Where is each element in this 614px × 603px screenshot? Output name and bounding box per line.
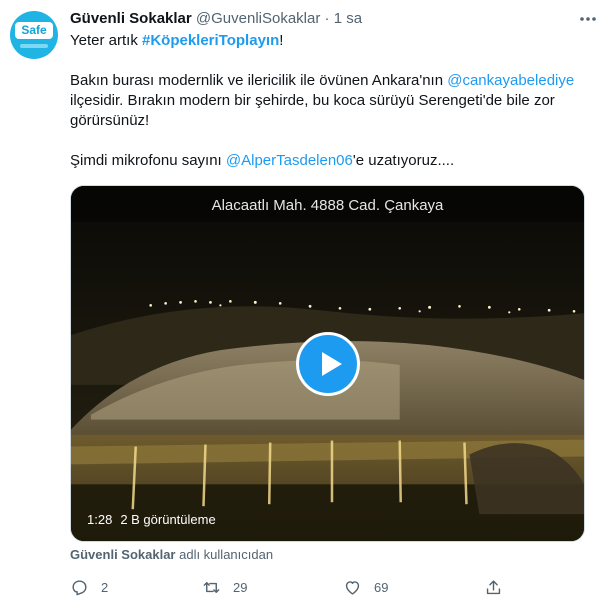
tweet-paragraph-3: Şimdi mikrofonu sayını @AlperTasdelen06'…	[70, 151, 598, 171]
share-icon	[486, 579, 501, 594]
video-duration: 1:28	[87, 512, 113, 527]
video-views: 2 B görüntüleme	[120, 512, 216, 527]
play-icon	[322, 352, 342, 376]
retweet-button[interactable]: 29	[202, 576, 247, 598]
like-button[interactable]: 69	[343, 576, 388, 598]
avatar-logo-text: Safe	[15, 22, 53, 39]
header-separator: ·	[324, 10, 330, 27]
text-fragment: !	[279, 32, 284, 49]
tweet[interactable]: Safe Güvenli Sokaklar @GuvenliSokaklar ·…	[0, 0, 614, 603]
avatar[interactable]: Safe	[10, 11, 58, 59]
tweet-text: Yeter artık #KöpekleriToplayın! Bakın bu…	[70, 31, 598, 171]
text-fragment: Yeter artık	[70, 32, 142, 49]
play-button[interactable]	[296, 332, 360, 396]
more-horizontal-icon[interactable]	[578, 10, 598, 28]
video-attribution: Güvenli Sokaklar adlı kullanıcıdan	[70, 546, 273, 564]
retweet-icon	[203, 581, 220, 593]
author-handle[interactable]: @GuvenliSokaklar	[196, 10, 320, 27]
reply-icon	[72, 579, 87, 595]
tweet-paragraph-2: Bakın burası modernlik ve ilericilik ile…	[70, 71, 598, 131]
action-bar: 2 29 69	[70, 576, 530, 598]
like-count: 69	[374, 579, 389, 595]
text-fragment: 'e uzatıyoruz....	[352, 152, 455, 169]
heart-icon	[345, 580, 360, 595]
tweet-line-1: Yeter artık #KöpekleriToplayın!	[70, 31, 598, 51]
text-fragment: ilçesidir. Bırakın modern bir şehirde, b…	[70, 92, 555, 129]
attribution-suffix: adlı kullanıcıdan	[175, 547, 274, 562]
retweet-count: 29	[233, 579, 248, 595]
text-fragment: Bakın burası modernlik ve ilericilik ile…	[70, 72, 448, 89]
reply-count: 2	[101, 579, 109, 595]
mention-link[interactable]: @AlperTasdelen06	[226, 152, 353, 169]
share-button[interactable]	[484, 576, 503, 598]
video-player[interactable]: Alacaatlı Mah. 4888 Cad. Çankaya 1:28 2 B…	[70, 185, 585, 542]
text-fragment: Şimdi mikrofonu sayını	[70, 152, 226, 169]
mention-link[interactable]: @cankayabelediye	[447, 72, 574, 89]
tweet-header: Güvenli Sokaklar @GuvenliSokaklar · 1 sa	[70, 9, 600, 29]
video-meta: 1:28 2 B görüntüleme	[87, 511, 216, 529]
avatar-logo-stripe	[20, 44, 48, 48]
hashtag-link[interactable]: #KöpekleriToplayın	[142, 32, 279, 49]
tweet-time[interactable]: 1 sa	[334, 10, 362, 27]
author-name[interactable]: Güvenli Sokaklar	[70, 10, 192, 27]
video-overlay-title: Alacaatlı Mah. 4888 Cad. Çankaya	[211, 197, 444, 214]
attribution-name[interactable]: Güvenli Sokaklar	[70, 547, 176, 562]
reply-button[interactable]: 2	[70, 576, 108, 598]
